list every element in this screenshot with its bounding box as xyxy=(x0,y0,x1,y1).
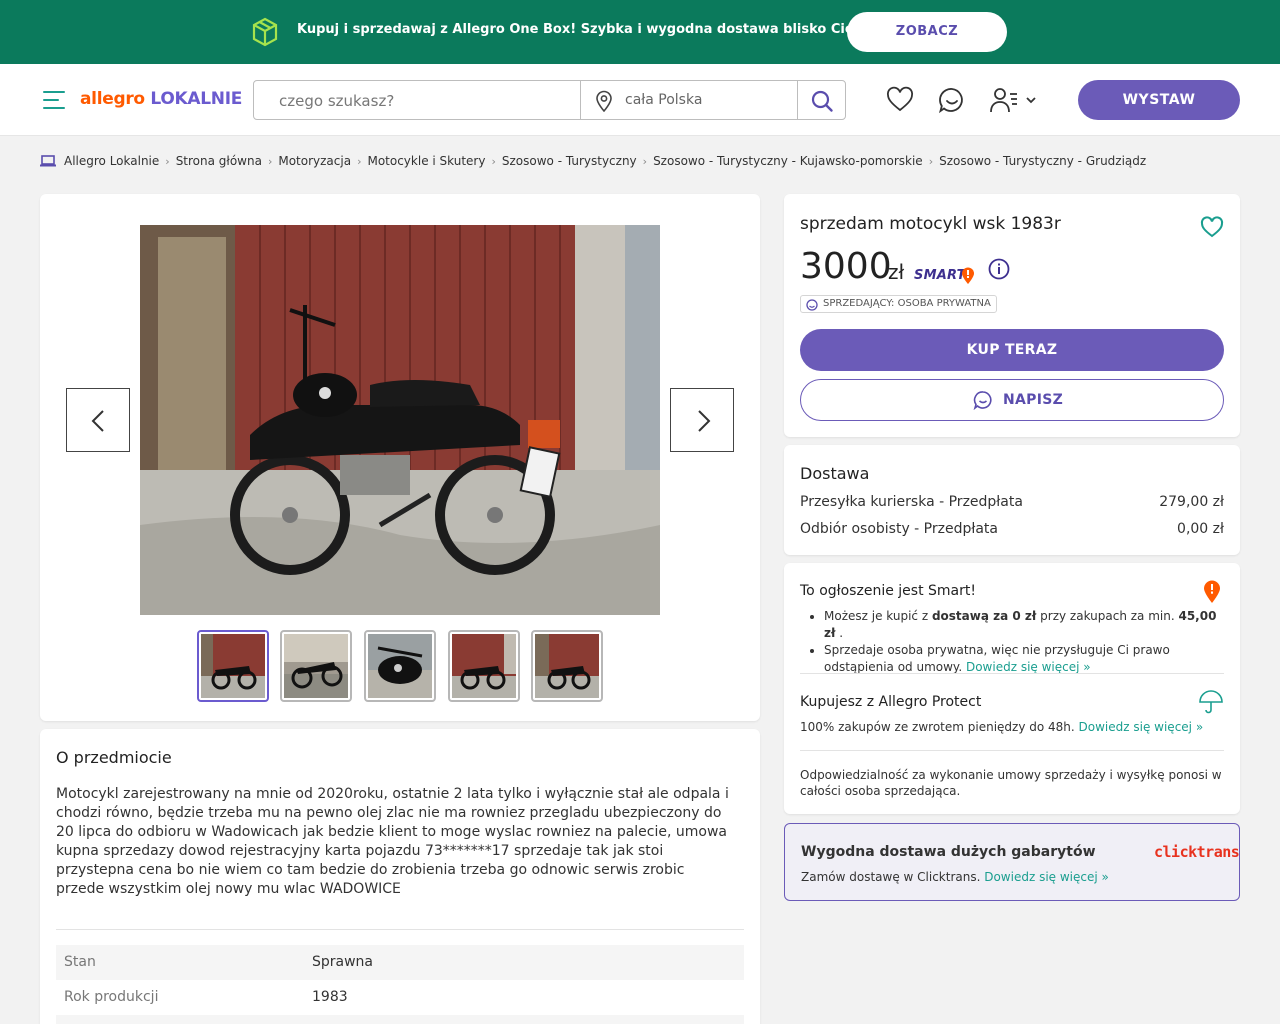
logo[interactable]: allegro LOKALNIE xyxy=(80,89,242,109)
param-row: Rok produkcji 1983 xyxy=(56,980,744,1015)
location-input[interactable]: cała Polska xyxy=(625,92,702,108)
photo-thumbnail[interactable] xyxy=(280,630,352,702)
box-icon xyxy=(252,17,278,47)
param-row xyxy=(56,1015,744,1024)
chevron-down-icon[interactable] xyxy=(1025,94,1037,106)
smart-info-box: To ogłoszenie jest Smart! Możesz je kupi… xyxy=(784,563,1240,814)
currency: zł xyxy=(888,260,905,284)
delivery-option: Przesyłka kurierska - Przedpłata 279,00 … xyxy=(800,494,1224,510)
delivery-heading: Dostawa xyxy=(800,464,870,483)
breadcrumb-item[interactable]: Strona główna xyxy=(176,154,262,168)
promo-banner: Kupuj i sprzedawaj z Allegro One Box! Sz… xyxy=(0,0,1280,64)
breadcrumb-item[interactable]: Szosowo - Turystyczny - Grudziądz xyxy=(939,154,1146,168)
search-input[interactable]: czego szukasz? xyxy=(279,92,394,110)
photo-thumbnail[interactable] xyxy=(197,630,269,702)
learn-more-link[interactable]: Dowiedz się więcej » xyxy=(984,870,1109,884)
responsibility-note: Odpowiedzialność za wykonanie umowy sprz… xyxy=(800,768,1222,798)
photo-thumbnail[interactable] xyxy=(364,630,436,702)
delivery-option: Odbiór osobisty - Przedpłata 0,00 zł xyxy=(800,521,1224,537)
photo-thumbnail[interactable] xyxy=(448,630,520,702)
photo-thumbnail[interactable] xyxy=(531,630,603,702)
learn-more-link[interactable]: Dowiedz się więcej » xyxy=(966,660,1091,674)
breadcrumb-item[interactable]: Szosowo - Turystyczny - Kujawsko-pomorsk… xyxy=(653,154,923,168)
learn-more-link[interactable]: Dowiedz się więcej » xyxy=(1079,720,1204,734)
breadcrumb-item[interactable]: Allegro Lokalnie xyxy=(64,154,159,168)
buy-now-button[interactable]: KUP TERAZ xyxy=(800,329,1224,371)
favorite-heart-icon[interactable] xyxy=(1200,216,1224,238)
clicktrans-logo[interactable]: clicktrans xyxy=(1154,843,1240,861)
main-photo[interactable] xyxy=(140,225,660,615)
location-pin-icon xyxy=(596,90,612,112)
breadcrumb: Allegro Lokalnie › Strona główna › Motoryz… xyxy=(40,152,1146,170)
oversize-delivery-box: Wygodna dostawa dużych gabarytów Zamów d… xyxy=(784,823,1240,901)
param-value: Sprawna xyxy=(312,954,374,970)
gallery xyxy=(40,194,760,721)
param-row: Stan Sprawna xyxy=(56,945,744,980)
breadcrumb-item[interactable]: Szosowo - Turystyczny xyxy=(502,154,637,168)
search-bar: czego szukasz? cała Polska xyxy=(253,80,846,120)
seller-badge: SPRZEDAJĄCY: OSOBA PRYWATNA xyxy=(800,295,997,313)
about-section: O przedmiocie Motocykl zarejestrowany na… xyxy=(40,729,760,1024)
sell-button[interactable]: WYSTAW xyxy=(1078,80,1240,120)
chat-icon[interactable] xyxy=(937,85,967,115)
promo-button[interactable]: ZOBACZ xyxy=(847,12,1007,52)
about-heading: O przedmiocie xyxy=(56,748,172,767)
buy-box: sprzedam motocykl wsk 1983r 3000 zł SMAR… xyxy=(784,194,1240,437)
smart-benefits: Możesz je kupić z dostawą za 0 zł przy z… xyxy=(808,608,1218,676)
private-seller-icon xyxy=(806,299,818,311)
heart-icon[interactable] xyxy=(885,85,915,115)
search-icon[interactable] xyxy=(810,89,834,113)
menu-icon[interactable] xyxy=(43,90,65,110)
breadcrumb-item[interactable]: Motoryzacja xyxy=(278,154,351,168)
chevron-right-icon xyxy=(698,410,711,432)
param-value: 1983 xyxy=(312,989,348,1005)
list-item: Możesz je kupić z dostawą za 0 zł przy z… xyxy=(808,608,1218,642)
smart-heading: To ogłoszenie jest Smart! xyxy=(800,583,976,599)
prev-photo-button[interactable] xyxy=(66,388,130,452)
promo-text: Kupuj i sprzedawaj z Allegro One Box! Sz… xyxy=(297,22,877,37)
param-key: Stan xyxy=(64,954,96,970)
protect-text: 100% zakupów ze zwrotem pieniędzy do 48h… xyxy=(800,720,1204,734)
chevron-left-icon xyxy=(91,410,104,432)
smart-badge-icon xyxy=(1204,580,1220,603)
price: 3000 xyxy=(800,246,892,287)
smart-label: SMART xyxy=(914,268,966,283)
protect-heading: Kupujesz z Allegro Protect xyxy=(800,694,982,710)
chat-icon xyxy=(973,391,992,410)
info-icon[interactable] xyxy=(988,258,1010,280)
smart-badge-icon xyxy=(962,267,974,284)
param-key: Rok produkcji xyxy=(64,989,159,1005)
laptop-icon xyxy=(40,155,56,167)
breadcrumb-item[interactable]: Motocykle i Skutery xyxy=(367,154,485,168)
oversize-text: Zamów dostawę w Clicktrans. Dowiedz się … xyxy=(801,870,1109,884)
umbrella-icon xyxy=(1199,690,1223,714)
item-description: Motocykl zarejestrowany na mnie od 2020r… xyxy=(56,786,729,897)
message-seller-button[interactable]: NAPISZ xyxy=(800,379,1224,421)
next-photo-button[interactable] xyxy=(670,388,734,452)
user-icon[interactable] xyxy=(989,85,1019,115)
delivery-box: Dostawa Przesyłka kurierska - Przedpłata… xyxy=(784,445,1240,555)
oversize-heading: Wygodna dostawa dużych gabarytów xyxy=(801,844,1096,860)
header: allegro LOKALNIE czego szukasz? cała Pol… xyxy=(0,64,1280,136)
list-item: Sprzedaje osoba prywatna, więc nie przys… xyxy=(808,642,1218,676)
listing-title: sprzedam motocykl wsk 1983r xyxy=(800,214,1061,234)
